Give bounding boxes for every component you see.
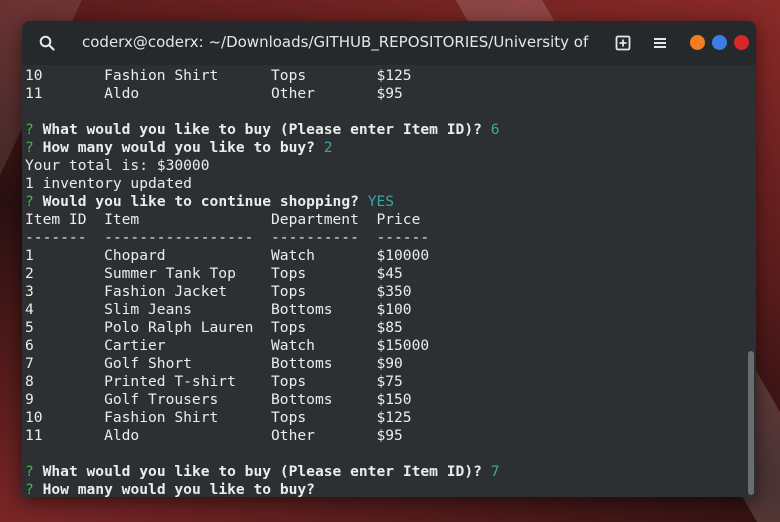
prompt-question-text: How many would you like to buy? [42,481,315,497]
hamburger-menu-icon [654,38,666,48]
output-line: 4 Slim Jeans Bottoms $100 [25,301,412,318]
prompt-question-text: What would you like to buy (Please enter… [42,121,482,138]
prompt-question-line: ? What would you like to buy (Please ent… [25,463,500,481]
prompt-answer: 7 [490,463,500,480]
maximize-button[interactable] [712,35,727,50]
prompt-answer: 6 [490,121,500,138]
prompt-question-line: ? Would you like to continue shopping? Y… [25,193,394,211]
prompt-symbol: ? [25,463,34,480]
scrollbar[interactable] [746,65,754,497]
output-line: 3 Fashion Jacket Tops $350 [25,283,412,300]
prompt-question-line: ? How many would you like to buy? [25,481,324,497]
output-line: 5 Polo Ralph Lauren Tops $85 [25,319,403,336]
output-line: 11 Aldo Other $95 [25,85,403,102]
menu-button[interactable] [646,29,674,57]
prompt-question-line: ? How many would you like to buy? 2 [25,139,333,157]
output-line: 9 Golf Trousers Bottoms $150 [25,391,412,408]
search-icon [39,35,55,51]
output-line: 2 Summer Tank Top Tops $45 [25,265,403,282]
minimize-button[interactable] [690,35,705,50]
window-title: coderx@coderx: ~/Downloads/GITHUB_REPOSI… [82,33,592,51]
output-line: 1 inventory updated [25,175,192,192]
new-tab-button[interactable] [609,29,637,57]
output-line: 6 Cartier Watch $15000 [25,337,430,354]
prompt-symbol: ? [25,193,34,210]
output-line: 11 Aldo Other $95 [25,427,403,444]
terminal-output[interactable]: 10 Fashion Shirt Tops $125 11 Aldo Other … [22,65,756,497]
prompt-symbol: ? [25,121,34,138]
output-line: 8 Printed T-shirt Tops $75 [25,373,403,390]
prompt-symbol: ? [25,481,34,497]
prompt-question-text: How many would you like to buy? [42,139,315,156]
new-tab-icon [615,35,631,51]
output-line: Item ID Item Department Price [25,211,421,228]
prompt-question-text: What would you like to buy (Please enter… [42,463,482,480]
output-line: Your total is: $30000 [25,157,210,174]
search-button[interactable] [32,28,62,58]
close-button[interactable] [734,35,749,50]
prompt-symbol: ? [25,139,34,156]
output-line: 10 Fashion Shirt Tops $125 [25,409,412,426]
output-line: 7 Golf Short Bottoms $90 [25,355,403,372]
title-bar: coderx@coderx: ~/Downloads/GITHUB_REPOSI… [22,21,756,65]
scrollbar-thumb[interactable] [748,351,754,495]
output-line: 10 Fashion Shirt Tops $125 [25,67,412,84]
output-line: ------- ----------------- ---------- ---… [25,229,430,246]
prompt-question-text: Would you like to continue shopping? [42,193,359,210]
prompt-answer: 2 [323,139,333,156]
prompt-question-line: ? What would you like to buy (Please ent… [25,121,500,139]
output-line: 1 Chopard Watch $10000 [25,247,430,264]
prompt-answer: YES [367,193,395,210]
terminal-window: coderx@coderx: ~/Downloads/GITHUB_REPOSI… [22,21,756,497]
